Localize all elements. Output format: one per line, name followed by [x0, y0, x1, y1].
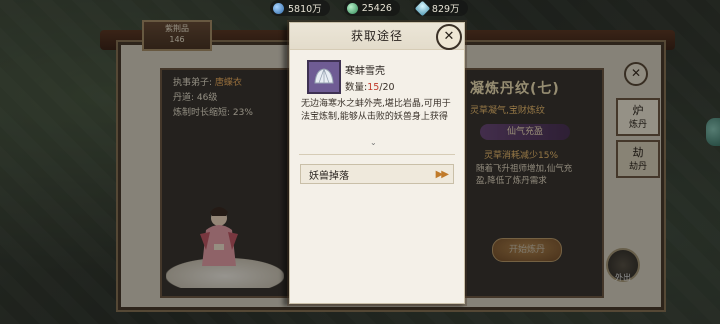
- blue-orb-icon: [273, 2, 284, 14]
- resource-jade: 25426: [343, 0, 400, 16]
- resource-bar: 5810万 25426 829万: [270, 0, 468, 18]
- clam-shell-icon: [307, 60, 341, 94]
- item-name: 寒蚌雪壳: [345, 66, 385, 77]
- resource-blue: 5810万: [270, 0, 330, 16]
- crystal-icon: [414, 0, 431, 16]
- resource-crystal: 829万: [413, 0, 468, 16]
- source-label: 妖兽掉落: [309, 170, 349, 182]
- jade-coin-icon: [346, 2, 358, 14]
- item-description: 无边海寒水之蚌外壳,堪比岩晶,可用于法宝炼制,能够从击败的妖兽身上获得: [301, 99, 451, 122]
- resource-crystal-value: 829万: [431, 4, 460, 15]
- item-quantity-current: 15: [367, 82, 380, 93]
- source-monster-drop[interactable]: 妖兽掉落 ▶▶: [300, 164, 454, 184]
- close-icon[interactable]: ✕: [436, 24, 462, 50]
- double-arrow-icon: ▶▶: [435, 168, 449, 180]
- item-quantity-label: 数量:: [345, 82, 368, 93]
- shell-graphic: [314, 68, 334, 84]
- item-quantity: 数量:15/20: [345, 79, 395, 93]
- divider: [299, 154, 455, 155]
- resource-blue-value: 5810万: [288, 4, 322, 15]
- resource-jade-value: 25426: [361, 2, 392, 14]
- item-quantity-total: /20: [379, 82, 395, 93]
- expand-chevron-icon[interactable]: ⌄: [370, 138, 377, 147]
